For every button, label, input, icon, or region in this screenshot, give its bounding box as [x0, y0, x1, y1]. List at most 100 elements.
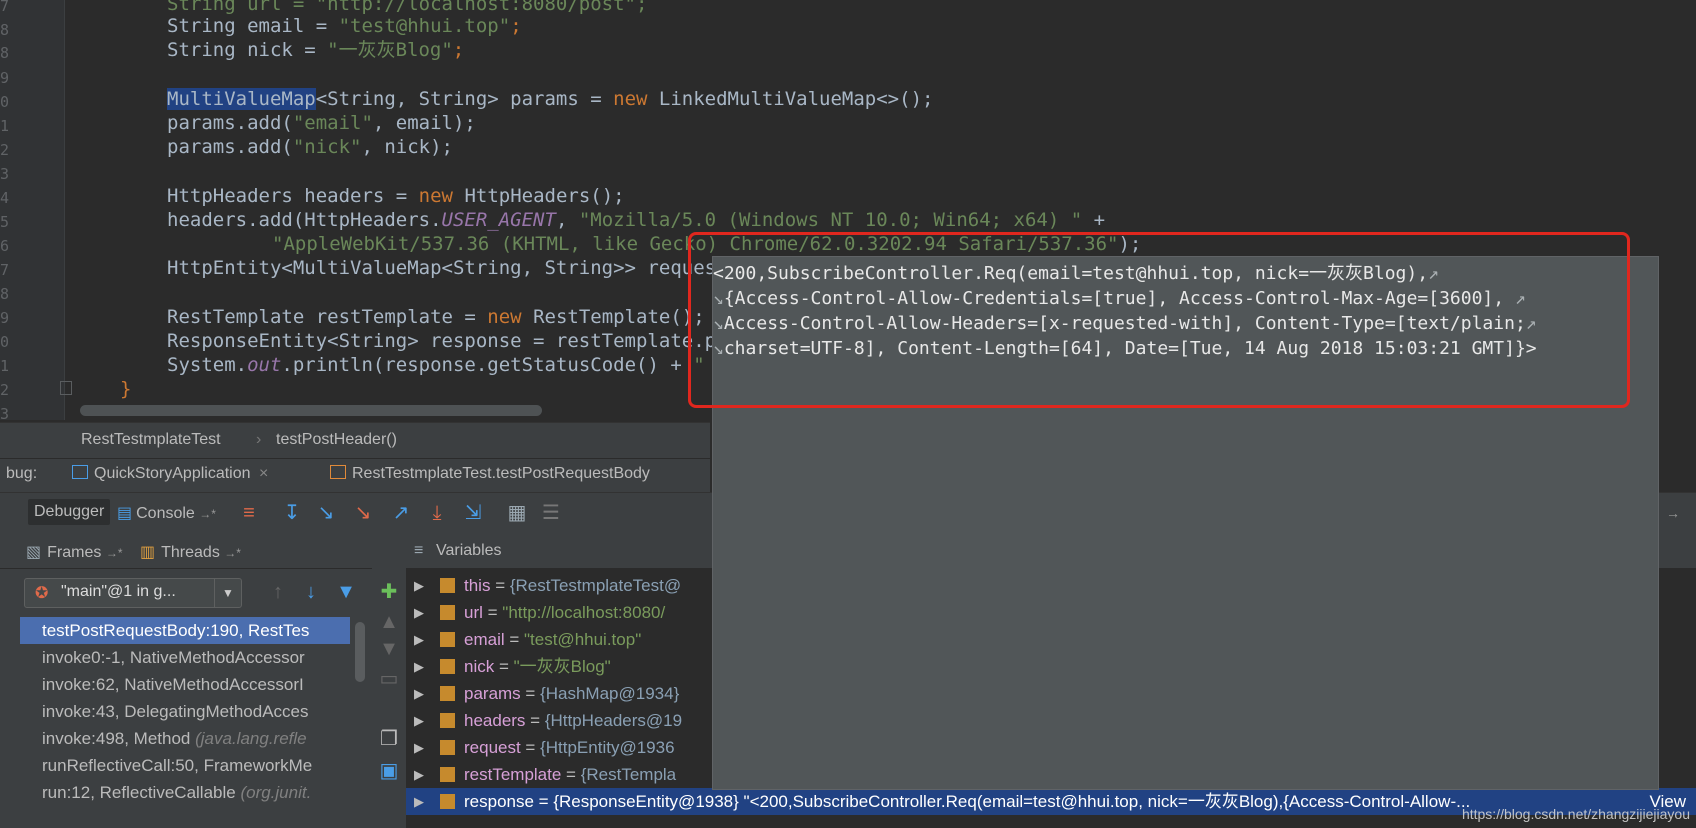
tab-debugger[interactable]: Debugger: [28, 499, 111, 525]
code-token: HttpHeaders headers =: [167, 185, 419, 207]
force-step-into-icon[interactable]: ↘: [350, 500, 376, 526]
tab-label: Frames: [47, 544, 102, 561]
line-number: 8: [0, 285, 10, 303]
close-icon[interactable]: ×: [259, 465, 268, 482]
expand-arrow-icon[interactable]: ▶: [414, 653, 424, 680]
code-token: , email);: [372, 112, 476, 134]
breadcrumb-class[interactable]: RestTestmplateTest: [81, 431, 221, 449]
breadcrumb-method[interactable]: testPostHeader(): [276, 431, 397, 449]
debug-session-tabs: bug: QuickStoryApplication × RestTestmpl…: [0, 458, 710, 493]
evaluate-expression-icon[interactable]: ▦: [504, 500, 530, 526]
filter-icon[interactable]: ▼: [333, 579, 359, 605]
step-into-icon[interactable]: ↘: [313, 500, 339, 526]
pin-icon[interactable]: →: [1660, 500, 1686, 526]
variable-value: "http://localhost:8080/: [502, 603, 666, 622]
show-execution-point-icon[interactable]: ≡: [236, 500, 262, 526]
line-number: 6: [0, 237, 10, 255]
code-keyword: new: [487, 306, 522, 328]
code-line: RestTemplate restTemplate = new RestTemp…: [167, 305, 705, 329]
tab-frames[interactable]: ▧ Frames →*: [26, 542, 122, 562]
code-token: ResponseEntity<String> response = restTe…: [167, 330, 717, 352]
tab-threads[interactable]: ▥ Threads →*: [140, 542, 241, 562]
code-token: LinkedMultiValueMap<>();: [647, 88, 934, 110]
breadcrumb: RestTestmplateTest › testPostHeader(): [0, 422, 710, 459]
stack-frame[interactable]: run:12, ReflectiveCallable (org.junit.: [20, 779, 350, 806]
line-number: 0: [0, 333, 10, 351]
move-down-icon[interactable]: ▼: [376, 636, 402, 662]
code-token: HttpHeaders();: [453, 185, 625, 207]
previous-frame-icon[interactable]: ↑: [265, 579, 291, 605]
code-keyword: new: [613, 88, 648, 110]
code-line: String email = "test@hhui.top";: [167, 14, 522, 38]
variable-name: nick: [464, 657, 495, 676]
variable-value: {HttpEntity@1936: [540, 738, 675, 757]
expand-arrow-icon[interactable]: ▶: [414, 680, 424, 707]
variable-name: this: [464, 576, 491, 595]
stack-frame[interactable]: invoke0:-1, NativeMethodAccessor: [20, 644, 350, 671]
trace-icon[interactable]: ☰: [538, 500, 564, 526]
line-number: 2: [0, 141, 10, 159]
stack-frame[interactable]: runReflectiveCall:50, FrameworkMe: [20, 752, 350, 779]
stack-frame[interactable]: invoke:62, NativeMethodAccessorI: [20, 671, 350, 698]
code-token: System.: [167, 354, 248, 376]
frames-scrollbar[interactable]: [355, 622, 365, 682]
variable-name: restTemplate: [464, 765, 562, 784]
code-token: +: [1082, 209, 1106, 231]
next-frame-icon[interactable]: ↓: [298, 579, 324, 605]
expand-arrow-icon[interactable]: ▶: [414, 788, 424, 815]
watermark: https://blog.csdn.net/zhangzijiejiayou: [1461, 806, 1690, 822]
move-up-icon[interactable]: ▲: [376, 609, 402, 635]
run-to-cursor-icon[interactable]: ⇲: [460, 500, 486, 526]
line-number: 1: [0, 117, 10, 135]
line-number: 7: [0, 261, 10, 279]
highlight-annotation-box: [688, 232, 1630, 408]
code-token: headers.add(HttpHeaders.: [167, 209, 442, 231]
code-field: out: [247, 354, 282, 376]
variable-value: "test@hhui.top": [524, 630, 642, 649]
stack-frame[interactable]: invoke:498, Method (java.lang.refle: [20, 725, 350, 752]
thread-selector[interactable]: ✪ "main"@1 in g... ▼: [24, 578, 242, 608]
line-number: 2: [0, 381, 10, 399]
expand-arrow-icon[interactable]: ▶: [414, 707, 424, 734]
expand-icon[interactable]: ▭: [376, 666, 402, 692]
closing-brace: }: [120, 378, 132, 400]
editor-horizontal-scrollbar[interactable]: [80, 405, 542, 416]
code-line: ResponseEntity<String> response = restTe…: [167, 329, 716, 353]
code-token: , nick);: [361, 136, 453, 158]
expand-arrow-icon[interactable]: ▶: [414, 761, 424, 788]
console-icon: ▤: [117, 505, 133, 522]
tab-label: RestTestmplateTest.testPostRequestBody: [352, 465, 650, 482]
code-token: RestTemplate restTemplate =: [167, 306, 488, 328]
line-number: 9: [0, 69, 10, 87]
frame-package: (java.lang.refle: [195, 729, 307, 748]
tab-console[interactable]: ▤ Console →*: [117, 503, 216, 523]
tab-resttestmplatetest[interactable]: RestTestmplateTest.testPostRequestBody: [330, 465, 650, 483]
step-out-icon[interactable]: ↗: [388, 500, 414, 526]
expand-arrow-icon[interactable]: ▶: [414, 572, 424, 599]
variable-name: headers: [464, 711, 526, 730]
expand-arrow-icon[interactable]: ▶: [414, 599, 424, 626]
pin-icon: →*: [199, 507, 216, 521]
fold-marker-icon[interactable]: [60, 381, 72, 395]
code-token: HttpEntity<MultiValueMap<String, String>…: [167, 257, 717, 279]
tab-label: Console: [136, 505, 195, 522]
copy-icon[interactable]: ❐: [376, 726, 402, 752]
step-over-icon[interactable]: ↧: [279, 500, 305, 526]
tab-label: Threads: [161, 544, 220, 561]
code-line: HttpHeaders headers = new HttpHeaders();: [167, 184, 625, 208]
frame-label: runReflectiveCall:50, FrameworkMe: [42, 756, 313, 775]
stack-frame[interactable]: testPostRequestBody:190, RestTes: [20, 617, 350, 644]
field-icon: [440, 740, 455, 755]
variables-icon: ≡: [414, 542, 424, 559]
drop-frame-icon[interactable]: ⤓: [424, 500, 450, 526]
show-types-icon[interactable]: ▣: [376, 758, 402, 784]
line-number: 5: [0, 213, 10, 231]
field-icon: [440, 713, 455, 728]
expand-arrow-icon[interactable]: ▶: [414, 734, 424, 761]
tab-quickstoryapplication[interactable]: QuickStoryApplication ×: [72, 465, 268, 483]
new-watch-icon[interactable]: ✚: [376, 579, 402, 605]
code-line: HttpEntity<MultiValueMap<String, String>…: [167, 256, 716, 280]
expand-arrow-icon[interactable]: ▶: [414, 626, 424, 653]
stack-frame[interactable]: invoke:43, DelegatingMethodAcces: [20, 698, 350, 725]
threads-icon: ▥: [140, 544, 156, 561]
